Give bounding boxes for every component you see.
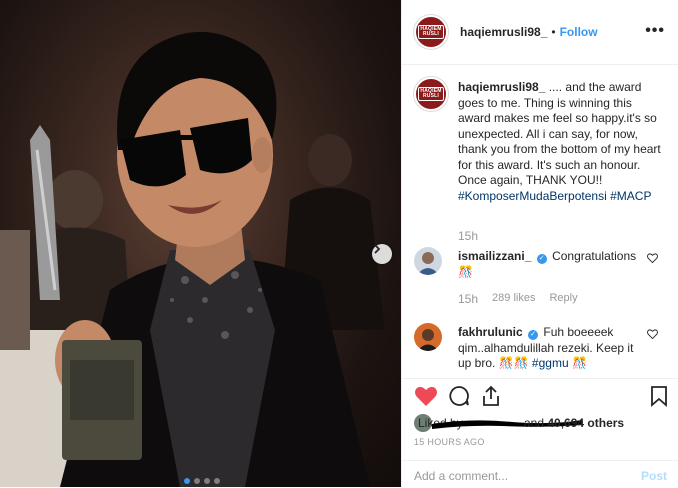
comment-body: ismailizzani_ ✓ Congratulations 🎊 <box>458 249 644 280</box>
instagram-post: HAQIEM RUSLI haqiemrusli98_ • Follow •••… <box>0 0 678 487</box>
hashtag-link[interactable]: #KomposerMudaBerpotensi <box>458 189 607 203</box>
author-username[interactable]: haqiemrusli98_ <box>460 25 547 39</box>
bookmark-icon[interactable] <box>650 385 668 407</box>
comment-meta: 15h 289 likes Reply <box>458 292 578 306</box>
add-comment-input[interactable]: Add a comment... <box>414 469 614 483</box>
comments-list[interactable]: HAQIEM RUSLI haqiemrusli98_ .... and the… <box>402 65 678 378</box>
post-header: HAQIEM RUSLI haqiemrusli98_ • Follow ••• <box>402 0 678 65</box>
commenter-photo <box>414 247 442 275</box>
more-icon[interactable]: ••• <box>645 22 665 40</box>
likes-count[interactable]: 40,694 others <box>547 416 624 430</box>
caption-text-block: haqiemrusli98_ .... and the award goes t… <box>458 80 666 204</box>
comment-like-icon[interactable] <box>647 253 658 263</box>
heart-icon[interactable] <box>414 385 438 407</box>
header-separator: • <box>551 25 556 39</box>
post-timestamp[interactable]: 15 HOURS AGO <box>414 437 485 447</box>
caption-text: .... and the award goes to me. Thing is … <box>458 80 661 187</box>
commenter-photo <box>414 323 442 351</box>
verified-icon: ✓ <box>536 254 547 264</box>
post-actions <box>402 378 678 413</box>
likes-summary: Liked by and 40,694 others <box>414 412 674 434</box>
next-arrow-icon <box>374 244 381 254</box>
add-comment-bar: Add a comment... Post <box>402 460 678 488</box>
comment-username[interactable]: fakhrulunic <box>458 325 523 339</box>
comment-time[interactable]: 15h <box>458 292 478 306</box>
carousel-dot <box>214 478 220 484</box>
caption-avatar[interactable]: HAQIEM RUSLI <box>414 77 448 111</box>
carousel-dot <box>204 478 210 484</box>
caption-time[interactable]: 15h <box>458 229 478 243</box>
avatar-text: RUSLI <box>423 31 439 37</box>
comment-text-tail: 🎊 <box>571 356 587 370</box>
comment-like-icon[interactable] <box>647 329 658 339</box>
comment-body: fakhrulunic ✓ Fuh boeeeek qim..alhamduli… <box>458 325 644 372</box>
follow-button[interactable]: Follow <box>560 25 598 39</box>
likes-and: and <box>524 416 545 430</box>
reply-button[interactable]: Reply <box>549 292 577 306</box>
carousel-dot <box>194 478 200 484</box>
comment-username[interactable]: ismailizzani_ <box>458 249 531 263</box>
author-avatar[interactable]: HAQIEM RUSLI <box>414 15 448 49</box>
caption-username[interactable]: haqiemrusli98_ <box>458 80 545 94</box>
post-side-panel: HAQIEM RUSLI haqiemrusli98_ • Follow •••… <box>401 0 678 487</box>
avatar-text: RUSLI <box>423 93 439 99</box>
carousel-dot <box>184 478 190 484</box>
comment-icon[interactable] <box>448 385 470 407</box>
hashtag-link[interactable]: #MACP <box>610 189 651 203</box>
photo-illustration <box>0 31 385 487</box>
hashtag-link[interactable]: #ggmu <box>532 356 569 370</box>
verified-icon: ✓ <box>528 330 539 340</box>
commenter-avatar[interactable] <box>414 247 442 275</box>
post-photo[interactable] <box>0 0 401 487</box>
comment-likes[interactable]: 289 likes <box>492 292 535 306</box>
share-icon[interactable] <box>480 385 502 407</box>
post-comment-button[interactable]: Post <box>641 469 667 483</box>
likes-others[interactable]: and 40,694 others <box>524 416 624 430</box>
commenter-avatar[interactable] <box>414 323 442 351</box>
next-photo-button[interactable] <box>372 244 392 264</box>
carousel-dots <box>184 478 220 484</box>
